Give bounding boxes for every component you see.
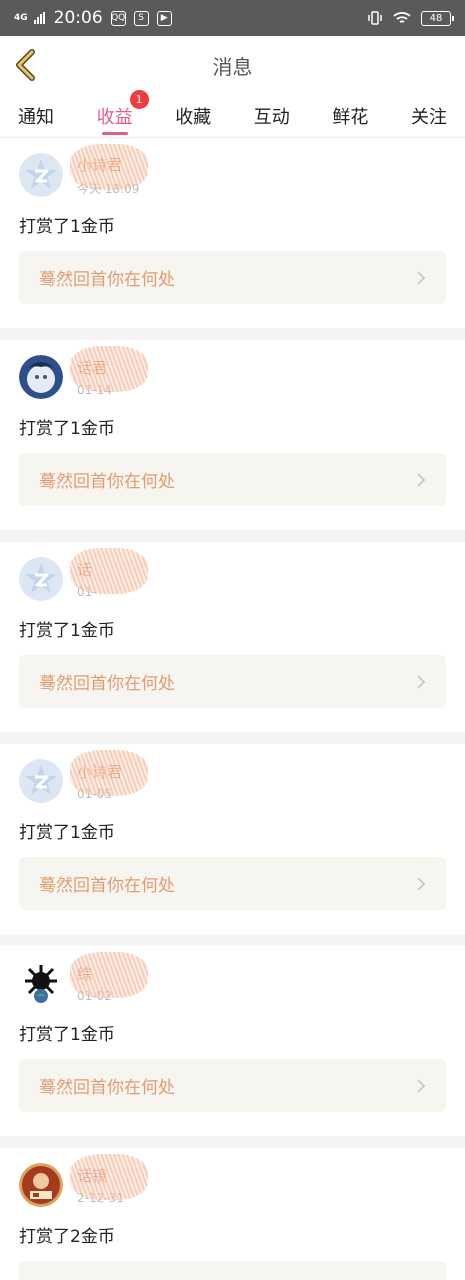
work-title: 蓦然回首你在何处 (39, 876, 175, 896)
reward-text: 打赏了1金币 (19, 419, 115, 439)
work-title: 蓦然回首你在何处 (39, 674, 175, 694)
message-card: 话 01- 打赏了1金币 蓦然回首你在何处 (0, 542, 465, 732)
redaction-scribble (70, 144, 148, 190)
chevron-right-icon (417, 674, 426, 689)
redaction-scribble (70, 548, 148, 594)
chevron-right-icon (417, 270, 426, 285)
card-separator (0, 1136, 465, 1148)
avatar-image (19, 961, 63, 1005)
reward-text: 打赏了1金币 (19, 823, 115, 843)
chevron-right-icon (417, 1078, 426, 1093)
card-separator (0, 530, 465, 542)
redaction-scribble (70, 750, 148, 796)
message-card: 小诗君 今天 18:09 打赏了1金币 蓦然回首你在何处 (0, 138, 465, 328)
tab-label: 收益 (96, 106, 133, 128)
tab-interactions[interactable]: 互动 (254, 94, 290, 138)
message-card: 小诗君 01-05 打赏了1金币 蓦然回首你在何处 (0, 744, 465, 934)
work-link[interactable]: 蓦然回首你在何处 (19, 1059, 446, 1112)
avatar[interactable] (19, 153, 63, 197)
nav-bar: 消息 (0, 36, 465, 94)
avatar-image (19, 355, 63, 399)
avatar[interactable] (19, 557, 63, 601)
signal-icon (33, 12, 45, 24)
tab-label: 鲜花 (332, 106, 369, 128)
tab-label: 关注 (410, 106, 447, 128)
work-link[interactable]: 蓦然回首你在何处 (19, 857, 446, 910)
clock: 20:06 (53, 8, 103, 28)
battery-level: 48 (429, 12, 443, 24)
work-link[interactable]: 蓦然回首你在何处 (19, 251, 446, 304)
avatar[interactable] (19, 759, 63, 803)
avatar-image (19, 1163, 63, 1207)
card-separator (0, 934, 465, 946)
tab-earnings[interactable]: 收益 1 (96, 89, 149, 138)
message-card: 话君 01-14 打赏了1金币 蓦然回首你在何处 (0, 340, 465, 530)
chevron-right-icon (417, 876, 426, 891)
reward-text: 打赏了1金币 (19, 621, 115, 641)
tab-label: 互动 (253, 106, 290, 128)
work-link[interactable]: 蓦然回首你在何处 (19, 655, 446, 708)
work-title: 蓦然回首你在何处 (39, 270, 175, 290)
back-arrow-icon[interactable] (12, 49, 40, 81)
message-card: 综 01-02 打赏了1金币 蓦然回首你在何处 (0, 946, 465, 1136)
message-card: 话镜 2-12-31 打赏了2金币 蓦然回首你在何处 (0, 1148, 465, 1280)
page-title: 消息 (212, 54, 253, 79)
qq-app-icon: QQ (110, 10, 126, 26)
tab-flowers[interactable]: 鲜花 (332, 94, 368, 138)
work-link[interactable]: 蓦然回首你在何处 (19, 453, 446, 506)
reward-text: 打赏了1金币 (19, 1025, 115, 1045)
redaction-scribble (70, 952, 148, 998)
reward-text: 打赏了2金币 (19, 1227, 115, 1247)
wifi-icon (393, 12, 411, 23)
redaction-scribble (70, 1154, 148, 1200)
tab-following[interactable]: 关注 (411, 94, 447, 138)
card-separator (0, 732, 465, 744)
avatar-image (19, 759, 63, 803)
work-link[interactable]: 蓦然回首你在何处 (19, 1261, 446, 1280)
unread-badge: 1 (129, 89, 149, 109)
work-title: 蓦然回首你在何处 (39, 1275, 175, 1280)
work-title: 蓦然回首你在何处 (39, 1078, 175, 1098)
status-bar: 4G 20:06 QQ S ▶ 48 (0, 0, 465, 36)
battery-icon: 48 (421, 10, 454, 26)
avatar-image (19, 557, 63, 601)
tab-favorites[interactable]: 收藏 (175, 94, 211, 138)
vibrate-icon (368, 11, 382, 25)
avatar[interactable] (19, 1163, 63, 1207)
play-app-icon: ▶ (156, 10, 172, 26)
tab-notifications[interactable]: 通知 (18, 94, 54, 138)
card-separator (0, 328, 465, 340)
s-app-icon: S (133, 10, 149, 26)
avatar-image (19, 153, 63, 197)
tab-label: 通知 (18, 106, 54, 128)
reward-text: 打赏了1金币 (19, 217, 115, 237)
chevron-right-icon (417, 472, 426, 487)
message-list: 小诗君 今天 18:09 打赏了1金币 蓦然回首你在何处 话君 01-14 打赏… (0, 138, 465, 1280)
avatar[interactable] (19, 355, 63, 399)
tab-label: 收藏 (175, 106, 212, 128)
network-type: 4G (14, 12, 28, 23)
work-title: 蓦然回首你在何处 (39, 472, 175, 492)
avatar[interactable] (19, 961, 63, 1005)
tab-bar: 通知 收益 1 收藏 互动 鲜花 关注 (0, 89, 465, 138)
redaction-scribble (70, 346, 148, 392)
